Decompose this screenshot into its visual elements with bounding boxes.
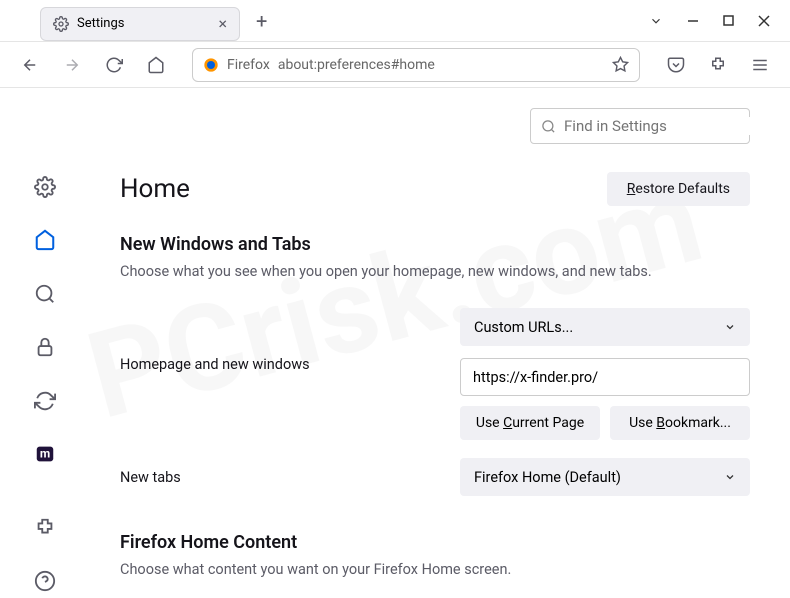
back-icon[interactable]	[16, 51, 44, 79]
sidebar-item-home[interactable]	[27, 224, 63, 258]
chevron-down-icon[interactable]	[649, 14, 663, 28]
url-bar[interactable]: Firefox about:preferences#home	[192, 48, 640, 82]
maximize-icon[interactable]	[723, 15, 734, 26]
browser-tab[interactable]: Settings ×	[40, 7, 240, 41]
sidebar-item-sync[interactable]	[27, 384, 63, 418]
gear-icon	[53, 16, 69, 32]
homepage-label: Homepage and new windows	[120, 308, 440, 373]
forward-icon[interactable]	[58, 51, 86, 79]
section-desc-windows-tabs: Choose what you see when you open your h…	[120, 263, 750, 280]
urlbar-prefix: Firefox	[227, 57, 270, 73]
homepage-dropdown-value: Custom URLs...	[474, 319, 573, 336]
sidebar-item-general[interactable]	[27, 170, 63, 204]
section-desc-home-content: Choose what content you want on your Fir…	[120, 561, 750, 578]
section-title-windows-tabs: New Windows and Tabs	[120, 234, 750, 255]
chevron-down-icon	[724, 471, 736, 483]
find-in-settings[interactable]	[530, 108, 750, 144]
extensions-icon[interactable]	[704, 51, 732, 79]
sidebar-item-more[interactable]: m	[27, 438, 63, 472]
window-titlebar: Settings × +	[0, 0, 790, 42]
chevron-down-icon	[724, 321, 736, 333]
newtabs-dropdown[interactable]: Firefox Home (Default)	[460, 458, 750, 496]
homepage-url-input[interactable]	[460, 358, 750, 396]
close-tab-icon[interactable]: ×	[218, 14, 227, 33]
use-current-page-button[interactable]: Use Current Page	[460, 406, 600, 440]
firefox-logo-icon	[203, 57, 219, 73]
use-bookmark-button[interactable]: Use Bookmark...	[610, 406, 750, 440]
reload-icon[interactable]	[100, 51, 128, 79]
restore-defaults-button[interactable]: Restore Defaults	[607, 172, 750, 206]
minimize-icon[interactable]	[687, 15, 699, 27]
sidebar-item-help[interactable]	[27, 565, 63, 598]
svg-text:m: m	[40, 447, 50, 461]
search-icon	[541, 119, 556, 134]
section-title-home-content: Firefox Home Content	[120, 532, 750, 553]
sidebar-item-search[interactable]	[27, 277, 63, 311]
newtabs-label: New tabs	[120, 469, 440, 486]
find-in-settings-input[interactable]	[564, 117, 763, 135]
browser-toolbar: Firefox about:preferences#home	[0, 42, 790, 88]
menu-icon[interactable]	[746, 51, 774, 79]
sidebar-item-privacy[interactable]	[27, 331, 63, 365]
urlbar-address: about:preferences#home	[278, 57, 604, 73]
close-window-icon[interactable]	[758, 15, 770, 27]
homepage-dropdown[interactable]: Custom URLs...	[460, 308, 750, 346]
new-tab-button[interactable]: +	[256, 9, 267, 33]
settings-sidebar: m	[0, 88, 90, 598]
pocket-icon[interactable]	[662, 51, 690, 79]
newtabs-dropdown-value: Firefox Home (Default)	[474, 469, 621, 486]
page-title: Home	[120, 174, 190, 204]
star-icon[interactable]	[612, 56, 629, 73]
sidebar-item-extensions[interactable]	[27, 511, 63, 545]
settings-main: Home Restore Defaults New Windows and Ta…	[90, 88, 790, 598]
tab-title: Settings	[77, 16, 210, 31]
home-icon[interactable]	[142, 51, 170, 79]
